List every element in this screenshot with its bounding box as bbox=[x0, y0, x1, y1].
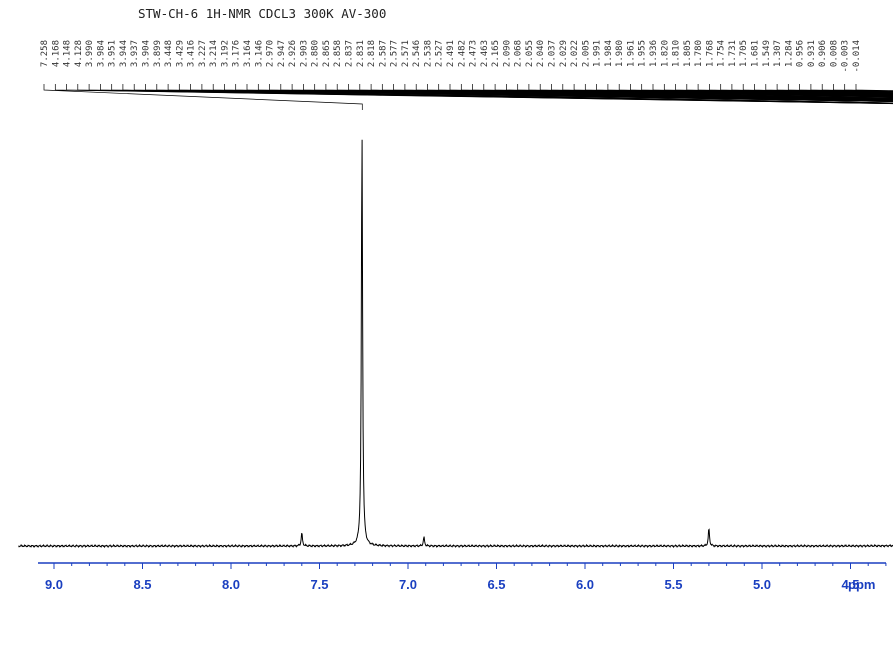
peak-label: -0.014 bbox=[852, 40, 862, 73]
x-tick-label: 8.0 bbox=[222, 577, 240, 592]
chart-title: STW-CH-6 1H-NMR CDCL3 300K AV-300 bbox=[138, 6, 386, 21]
peak-label: 2.546 bbox=[412, 40, 422, 67]
peak-label: 1.768 bbox=[705, 40, 715, 67]
peak-label: 2.831 bbox=[356, 40, 366, 67]
peak-label: 1.955 bbox=[638, 40, 648, 67]
x-tick-label: 5.5 bbox=[664, 577, 682, 592]
peak-label: 3.214 bbox=[209, 40, 219, 67]
x-tick-label: 7.5 bbox=[310, 577, 328, 592]
peak-label: 2.473 bbox=[469, 40, 479, 67]
peak-label: 2.040 bbox=[536, 40, 546, 67]
peak-label: 3.944 bbox=[119, 40, 129, 67]
peak-label: 1.820 bbox=[660, 40, 670, 67]
peak-label: 3.937 bbox=[130, 40, 140, 67]
x-tick-label: 6.0 bbox=[576, 577, 594, 592]
peak-label: 4.128 bbox=[74, 40, 84, 67]
peak-label: 2.880 bbox=[311, 40, 321, 67]
peak-label: 0.906 bbox=[818, 40, 828, 67]
peak-label: 2.482 bbox=[457, 40, 467, 67]
peak-label: 3.227 bbox=[198, 40, 208, 67]
peak-label: 1.754 bbox=[717, 40, 727, 67]
peak-label: 7.258 bbox=[40, 40, 50, 67]
peak-label: 2.037 bbox=[548, 40, 558, 67]
peak-label: 2.865 bbox=[322, 40, 332, 67]
peak-label: 1.284 bbox=[784, 40, 794, 67]
peak-label: 2.903 bbox=[299, 40, 309, 67]
peak-label: 1.991 bbox=[593, 40, 603, 67]
x-tick-label: 9.0 bbox=[45, 577, 63, 592]
peak-label: 2.818 bbox=[367, 40, 377, 67]
x-axis-unit-label: ppm bbox=[848, 577, 875, 592]
peak-label: 2.926 bbox=[288, 40, 298, 67]
peak-label: 1.984 bbox=[604, 40, 614, 67]
x-tick-label: 8.5 bbox=[133, 577, 151, 592]
peak-label: 1.805 bbox=[683, 40, 693, 67]
peak-label: 2.577 bbox=[390, 40, 400, 67]
peak-label: 2.970 bbox=[266, 40, 276, 67]
x-tick-label: 5.0 bbox=[753, 577, 771, 592]
peak-label-group: 7.258 4.168 4.148 4.128 3.990 3.984 3.951 3.944… bbox=[40, 40, 862, 73]
peak-label: 2.858 bbox=[333, 40, 343, 67]
peak-label: 3.448 bbox=[164, 40, 174, 67]
peak-label: 1.307 bbox=[773, 40, 783, 67]
x-tick-label: 6.5 bbox=[487, 577, 505, 592]
peak-label: 3.429 bbox=[175, 40, 185, 67]
nmr-spectrum-chart: STW-CH-6 1H-NMR CDCL3 300K AV-300 7.258 4… bbox=[18, 6, 893, 592]
peak-label: 3.984 bbox=[96, 40, 106, 67]
peak-label: 2.029 bbox=[559, 40, 569, 67]
peak-label: 1.961 bbox=[626, 40, 636, 67]
peak-label: 0.008 bbox=[829, 40, 839, 67]
peak-label: 3.146 bbox=[254, 40, 264, 67]
peak-label: 2.055 bbox=[525, 40, 535, 67]
peak-label: 3.416 bbox=[187, 40, 197, 67]
peak-connector-group bbox=[43, 84, 893, 110]
peak-label: 2.165 bbox=[491, 40, 501, 67]
peak-label: 2.022 bbox=[570, 40, 580, 67]
peak-label: 2.587 bbox=[378, 40, 388, 67]
peak-label: 2.068 bbox=[514, 40, 524, 67]
peak-label: 2.527 bbox=[435, 40, 445, 67]
peak-label: 1.980 bbox=[615, 40, 625, 67]
peak-label: 4.148 bbox=[63, 40, 73, 67]
peak-label: 3.951 bbox=[108, 40, 118, 67]
peak-label: -0.003 bbox=[841, 40, 851, 73]
peak-label: 2.090 bbox=[502, 40, 512, 67]
peak-label: 0.956 bbox=[796, 40, 806, 67]
peak-label: 2.947 bbox=[277, 40, 287, 67]
peak-label: 1.705 bbox=[739, 40, 749, 67]
peak-label: 2.491 bbox=[446, 40, 456, 67]
x-axis: 9.08.58.07.57.06.56.05.55.04.54.03.53.02… bbox=[38, 562, 887, 592]
peak-label: 2.463 bbox=[480, 40, 490, 67]
peak-label: 3.899 bbox=[153, 40, 163, 67]
spectrum-trace bbox=[18, 139, 893, 549]
peak-label: 1.780 bbox=[694, 40, 704, 67]
peak-label: 1.549 bbox=[762, 40, 772, 67]
peak-label: 2.005 bbox=[581, 40, 591, 67]
peak-label: 1.731 bbox=[728, 40, 738, 67]
peak-label: 3.176 bbox=[232, 40, 242, 67]
peak-label: 2.571 bbox=[401, 40, 411, 67]
peak-label: 3.990 bbox=[85, 40, 95, 67]
peak-label: 2.538 bbox=[423, 40, 433, 67]
peak-label: 0.931 bbox=[807, 40, 817, 67]
peak-label: 3.164 bbox=[243, 40, 253, 67]
peak-label: 1.936 bbox=[649, 40, 659, 67]
x-tick-label: 7.0 bbox=[399, 577, 417, 592]
peak-label: 2.837 bbox=[345, 40, 355, 67]
peak-label: 3.192 bbox=[220, 40, 230, 67]
peak-label: 4.168 bbox=[51, 40, 61, 67]
peak-label: 1.681 bbox=[751, 40, 761, 67]
peak-label: 1.810 bbox=[672, 40, 682, 67]
peak-label: 3.904 bbox=[142, 40, 152, 67]
